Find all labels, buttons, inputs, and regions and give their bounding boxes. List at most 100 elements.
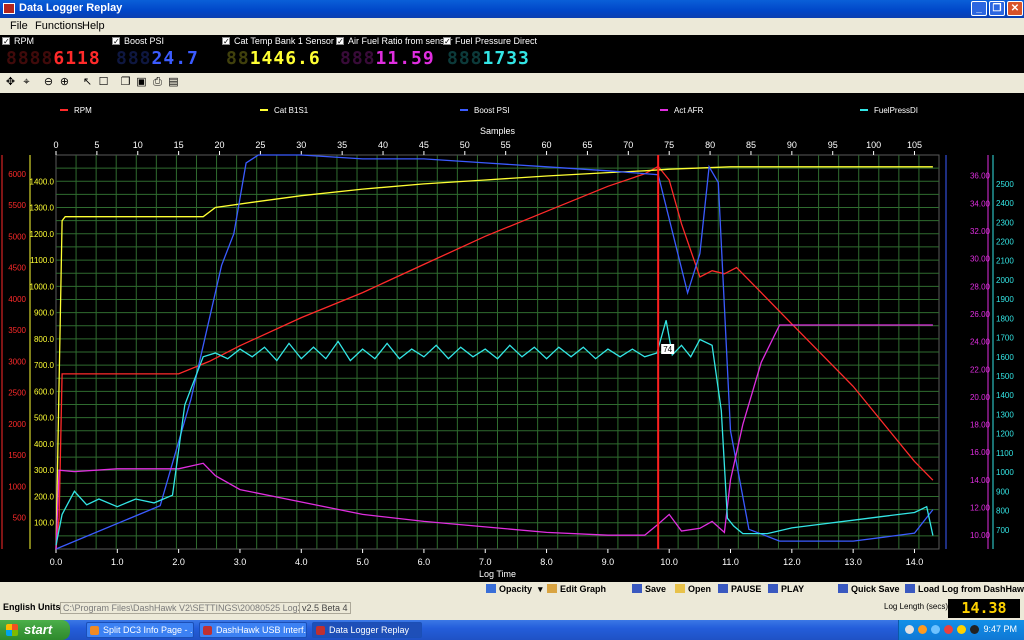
quick-save-button[interactable]: Quick Save (838, 584, 900, 594)
y-axis-tick-label: 2300 (996, 218, 1014, 227)
play-button[interactable]: PLAY (768, 584, 804, 594)
y-axis-tick-label: 900 (996, 487, 1010, 496)
tray-icon[interactable] (918, 625, 927, 634)
y-axis-tick-label: 1100.0 (30, 256, 54, 265)
windows-logo-icon (6, 624, 18, 636)
top-axis-tick-label: 100 (866, 140, 881, 150)
app-icon (203, 626, 212, 635)
y-axis-tick-label: 10.00 (970, 531, 991, 540)
save-button[interactable]: Save (632, 584, 666, 594)
play-icon (768, 584, 778, 593)
zoom-out-icon[interactable]: ⊖ (41, 75, 56, 90)
top-axis-tick-label: 35 (337, 140, 347, 150)
taskbar-item-logger[interactable]: Data Logger Replay (312, 622, 422, 638)
menu-functions[interactable]: Functions (35, 20, 83, 32)
zoom-in-icon[interactable]: ⊕ (57, 75, 72, 90)
x-axis-tick-label: 0.0 (50, 557, 63, 567)
tray-icon[interactable] (970, 625, 979, 634)
edit-graph-icon (547, 584, 557, 593)
top-axis-tick-label: 75 (664, 140, 674, 150)
network-icon[interactable] (931, 625, 940, 634)
log-path: C:\Program Files\DashHawk V2\SETTINGS\20… (60, 602, 321, 614)
y-axis-tick-label: 1700 (996, 334, 1014, 343)
gauge-rpm: ✓ RPM 88886118 (2, 35, 110, 73)
gauge-value: 8881733 (447, 48, 530, 69)
top-axis-tick-label: 105 (907, 140, 922, 150)
app-icon (3, 3, 15, 14)
start-button[interactable]: start (0, 620, 70, 640)
gauge-label: Boost PSI (124, 36, 165, 46)
print-preview-icon[interactable]: ▤ (166, 75, 181, 90)
gauge-label: Cat Temp Bank 1 Sensor 1 (234, 36, 342, 46)
select-box-icon[interactable]: ☐ (96, 75, 111, 90)
taskbar-item-browser[interactable]: Split DC3 Info Page - ... (86, 622, 194, 638)
top-axis-tick-label: 45 (419, 140, 429, 150)
chart-svg[interactable]: RPM Cat B1S1 Boost PSI Act AFR FuelPressDI Sa… (0, 93, 1024, 582)
gauge-value: 88811.59 (340, 48, 435, 69)
security-icon[interactable] (944, 625, 953, 634)
tray-icon[interactable] (905, 625, 914, 634)
y-axis-tick-label: 900.0 (34, 309, 55, 318)
top-axis-tick-label: 5 (94, 140, 99, 150)
edit-graph-button[interactable]: Edit Graph (547, 584, 606, 594)
y-axis-tick-label: 300.0 (34, 466, 55, 475)
x-axis-tick-label: 12.0 (783, 557, 801, 567)
maximize-button[interactable]: ❐ (989, 1, 1005, 16)
pan-icon[interactable]: ✥ (3, 75, 18, 90)
copy-icon[interactable]: ❐ (118, 75, 133, 90)
top-axis-tick-label: 55 (501, 140, 511, 150)
open-button[interactable]: Open (675, 584, 711, 594)
top-axis-tick-label: 65 (582, 140, 592, 150)
y-axis-tick-label: 1400.0 (30, 177, 55, 186)
y-axis-tick-label: 500 (13, 514, 27, 523)
y-axis-tick-label: 2000 (996, 276, 1014, 285)
gauge-afr: ✓ Air Fuel Ratio from sensor 88811.59 (336, 35, 453, 73)
menu-help[interactable]: Help (82, 20, 105, 32)
gauge-fuel-pressure: ✓ Fuel Pressure Direct 8881733 (443, 35, 553, 73)
legend-label: FuelPressDI (874, 106, 918, 115)
load-log-button[interactable]: Load Log from DashHawk (905, 584, 1024, 594)
title-bar[interactable]: Data Logger Replay _ ❐ ✕ (0, 0, 1024, 18)
top-axis-tick-label: 50 (460, 140, 470, 150)
pause-button[interactable]: PAUSE (718, 584, 761, 594)
gauge-label: RPM (14, 36, 34, 46)
x-axis-tick-label: 2.0 (172, 557, 185, 567)
menu-file[interactable]: File (10, 20, 28, 32)
top-axis-tick-label: 85 (746, 140, 756, 150)
y-axis-tick-label: 1100 (996, 449, 1014, 458)
save-image-icon[interactable]: ▣ (134, 75, 149, 90)
y-axis-tick-label: 2000 (8, 420, 26, 429)
taskbar-item-dashhawk[interactable]: DashHawk USB Interf... (199, 622, 307, 638)
y-axis-tick-label: 1200 (996, 430, 1014, 439)
y-axis-tick-label: 100.0 (34, 519, 55, 528)
gauge-label: Fuel Pressure Direct (455, 36, 538, 46)
data-graph[interactable]: RPM Cat B1S1 Boost PSI Act AFR FuelPressDI Sa… (0, 93, 1024, 582)
gauge-boost-checkbox[interactable]: ✓ (112, 37, 120, 46)
gauge-afr-checkbox[interactable]: ✓ (336, 37, 344, 46)
y-axis-tick-label: 1000.0 (30, 282, 55, 291)
y-axis-tick-label: 1300.0 (30, 204, 55, 213)
gauge-cat-temp-checkbox[interactable]: ✓ (222, 37, 230, 46)
zoom-select-icon[interactable]: ⌖ (19, 75, 34, 90)
gauge-rpm-checkbox[interactable]: ✓ (2, 37, 10, 46)
y-axis-tick-label: 3500 (8, 326, 26, 335)
floppy-icon (632, 584, 642, 593)
y-axis-tick-label: 6000 (8, 170, 26, 179)
volume-icon[interactable] (957, 625, 966, 634)
gauge-panel: ✓ RPM 88886118 ✓ Boost PSI 88824.7 ✓ Cat… (0, 35, 1024, 73)
gauge-value: 881446.6 (226, 48, 321, 69)
y-axis-tick-label: 2100 (996, 257, 1014, 266)
close-button[interactable]: ✕ (1007, 1, 1023, 16)
opacity-dropdown-icon[interactable]: ▾ (538, 584, 543, 595)
print-icon[interactable]: ⎙ (150, 75, 165, 90)
top-axis-tick-label: 80 (705, 140, 715, 150)
y-axis-tick-label: 1300 (996, 410, 1014, 419)
gauge-fuel-pressure-checkbox[interactable]: ✓ (443, 37, 451, 46)
minimize-button[interactable]: _ (971, 1, 987, 16)
download-icon (905, 584, 915, 593)
folder-icon (675, 584, 685, 593)
opacity-button[interactable]: Opacity (486, 584, 532, 594)
pointer-icon[interactable]: ↖ (80, 75, 95, 90)
top-axis-tick-label: 70 (623, 140, 633, 150)
top-axis-tick-label: 15 (174, 140, 184, 150)
